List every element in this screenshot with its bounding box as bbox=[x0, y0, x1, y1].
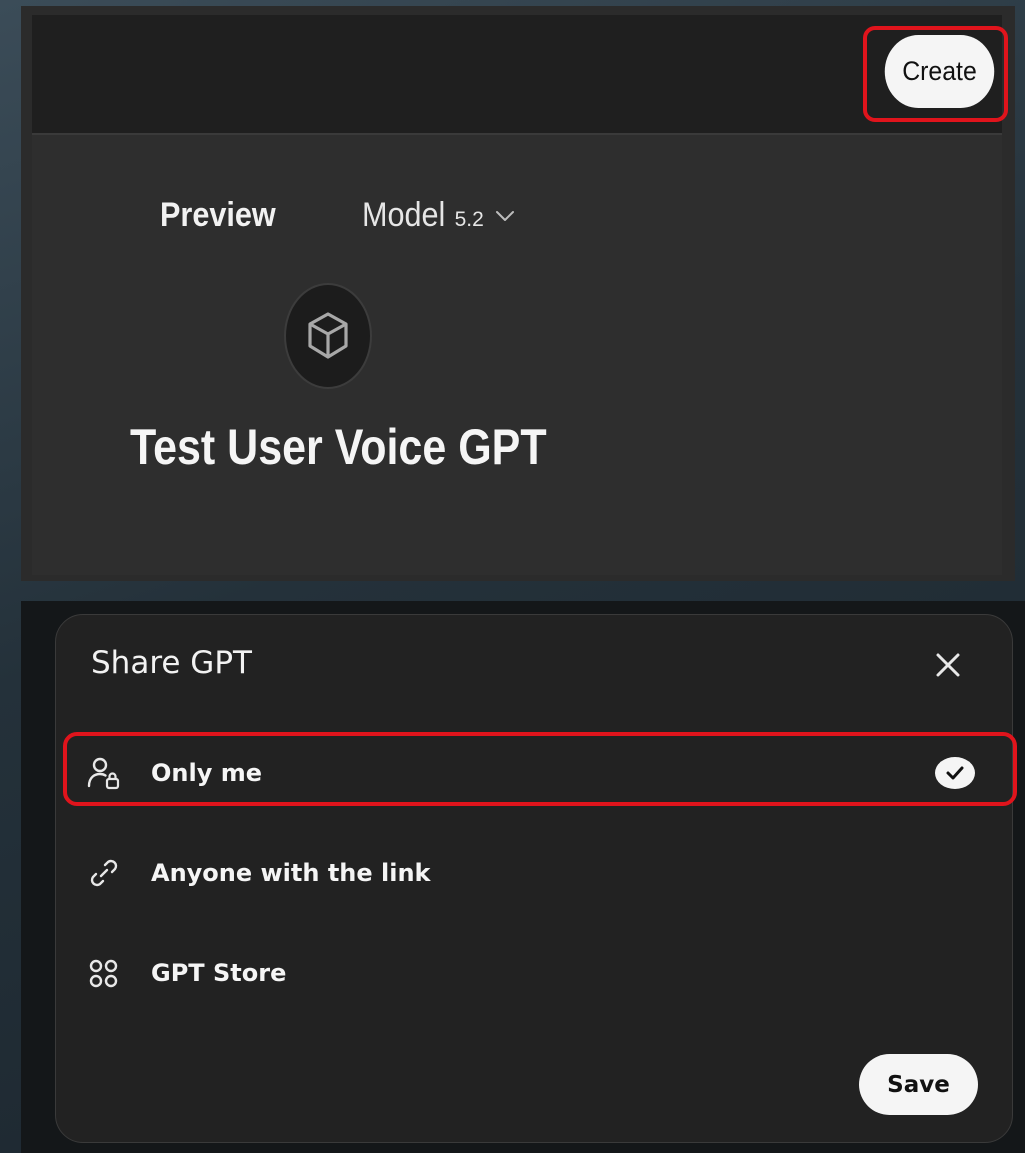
link-icon bbox=[90, 859, 118, 887]
share-gpt-dialog: Share GPT Only me Anyone with the link G… bbox=[55, 614, 1013, 1143]
cube-icon bbox=[308, 312, 348, 359]
model-selector[interactable]: Model 5.2 bbox=[362, 196, 516, 235]
builder-header-bar bbox=[32, 15, 1002, 135]
gpt-name: Test User Voice GPT bbox=[130, 419, 547, 475]
model-label: Model bbox=[362, 196, 446, 234]
share-option-gpt-store[interactable]: GPT Store bbox=[68, 941, 1012, 1005]
dialog-title: Share GPT bbox=[91, 645, 252, 681]
preview-tab[interactable]: Preview bbox=[160, 196, 276, 235]
only-me-option-highlight bbox=[63, 732, 1017, 806]
save-button[interactable]: Save bbox=[859, 1054, 978, 1115]
model-version: 5.2 bbox=[454, 208, 484, 231]
grid-circles-icon bbox=[89, 959, 118, 988]
close-icon[interactable] bbox=[934, 651, 962, 679]
gpt-avatar[interactable] bbox=[284, 283, 372, 389]
chevron-down-icon bbox=[495, 210, 514, 221]
share-option-label: Anyone with the link bbox=[151, 859, 431, 887]
create-button-highlight bbox=[863, 26, 1008, 122]
share-option-label: GPT Store bbox=[151, 959, 287, 987]
share-option-anyone-with-link[interactable]: Anyone with the link bbox=[68, 841, 1012, 905]
gpt-builder-panel: Create Preview Model 5.2 Test User Voice… bbox=[21, 6, 1015, 581]
